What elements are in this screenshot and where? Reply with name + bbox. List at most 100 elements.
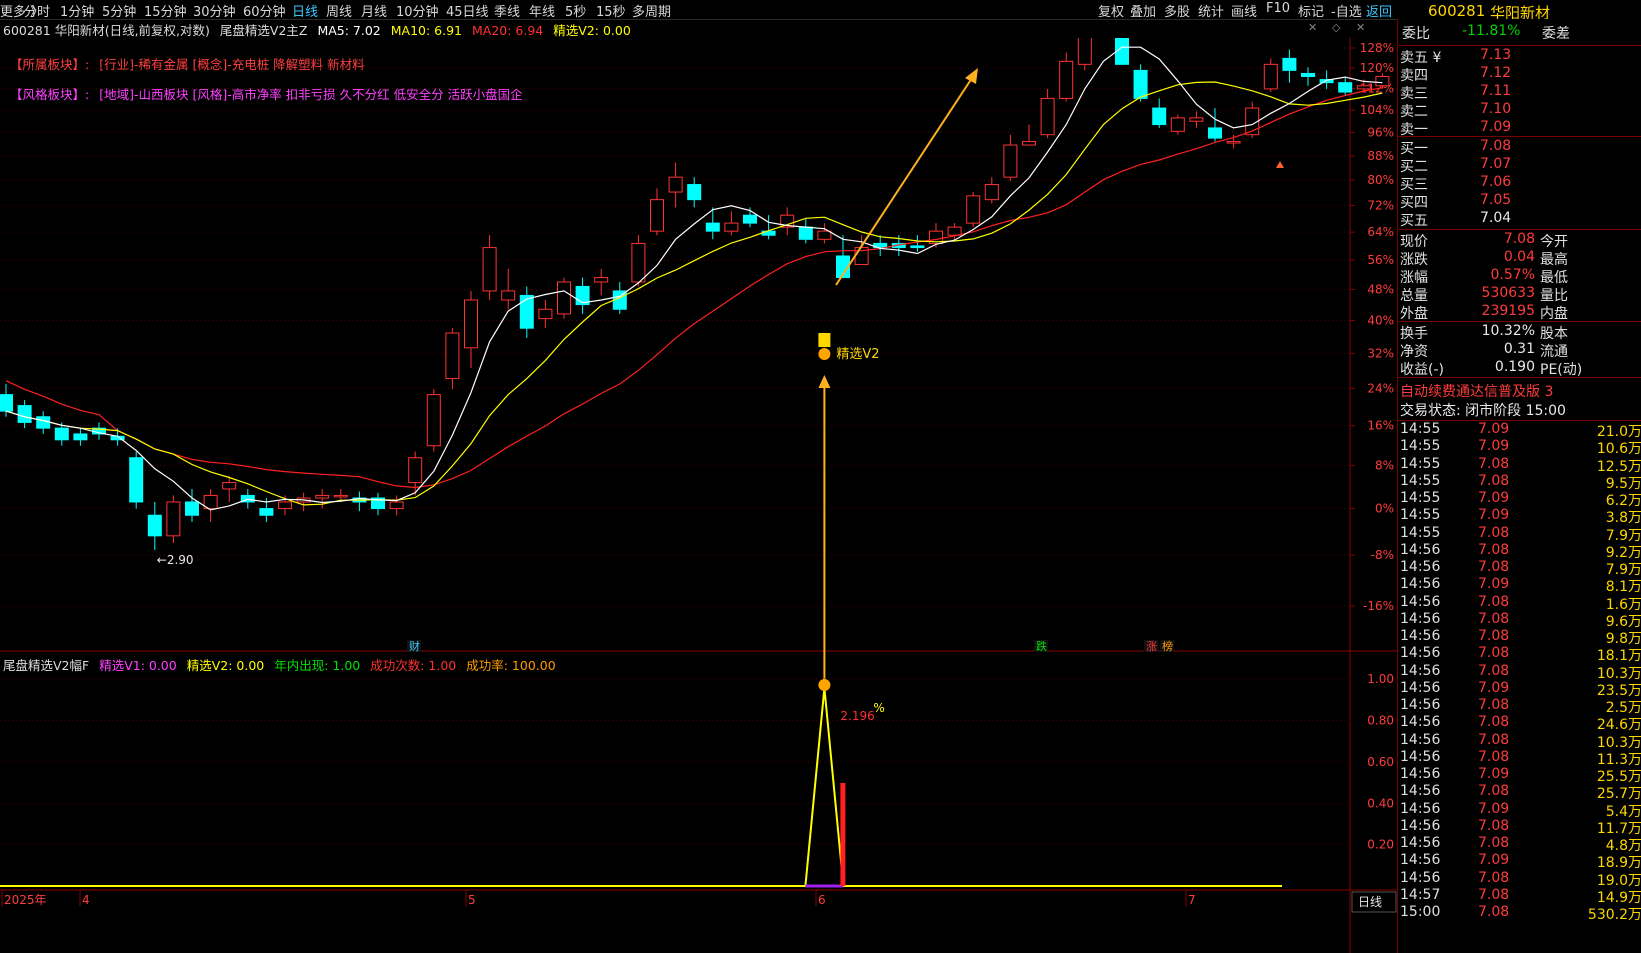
candle-body[interactable] — [0, 394, 13, 412]
period-tab-12[interactable]: 年线 — [529, 1, 555, 20]
candle-body[interactable] — [1189, 117, 1204, 122]
candle-body[interactable] — [389, 501, 404, 510]
bid-row[interactable]: 买五 7.04 — [1400, 210, 1511, 229]
candle-body[interactable] — [557, 281, 571, 315]
candle-body[interactable] — [538, 308, 553, 320]
bid-row[interactable]: 买三 7.06 — [1400, 174, 1511, 193]
candle-body[interactable] — [1301, 72, 1315, 77]
candle-body[interactable] — [1133, 69, 1148, 99]
candle-body[interactable] — [445, 332, 460, 380]
config-icon[interactable]: ◇ — [1332, 21, 1340, 34]
candle-body[interactable] — [519, 294, 534, 329]
candle-body[interactable] — [724, 222, 739, 232]
candle-body[interactable] — [1282, 57, 1297, 71]
ask-row[interactable]: 卖三 7.11 — [1400, 83, 1511, 102]
kline-chart[interactable]: 128%120%112%104%96%88%80%72%64%56%48%40%… — [0, 38, 1397, 953]
toolbar-button-0[interactable]: 复权 — [1098, 1, 1124, 20]
period-tab-7[interactable]: 周线 — [326, 1, 352, 20]
ask-row[interactable]: 卖四 7.12 — [1400, 65, 1511, 84]
candle-body[interactable] — [36, 416, 51, 429]
candle-body[interactable] — [743, 214, 757, 224]
period-tab-4[interactable]: 30分钟 — [193, 1, 236, 20]
toolbar-button-7[interactable]: -自选 — [1331, 1, 1362, 20]
ask-row[interactable]: 卖二 7.10 — [1400, 101, 1511, 120]
toolbar-button-2[interactable]: 多股 — [1164, 1, 1190, 20]
period-tab-6[interactable]: 日线 — [292, 1, 318, 20]
candle-body[interactable] — [73, 433, 88, 441]
candle-body[interactable] — [1077, 38, 1092, 65]
candle-body[interactable] — [594, 277, 609, 283]
candle-body[interactable] — [482, 247, 497, 292]
period-tab-2[interactable]: 5分钟 — [102, 1, 136, 20]
candle-body[interactable] — [1022, 141, 1036, 146]
candle-body[interactable] — [1375, 75, 1390, 87]
candle-body[interactable] — [464, 299, 478, 349]
candle-body[interactable] — [1003, 144, 1018, 178]
period-tab-14[interactable]: 15秒 — [596, 1, 626, 20]
period-tab-5[interactable]: 60分钟 — [243, 1, 286, 20]
bid-row[interactable]: 买二 7.07 — [1400, 156, 1511, 175]
toolbar-button-8[interactable]: 返回 — [1366, 1, 1392, 20]
candle-body[interactable] — [129, 457, 144, 503]
candle-body[interactable] — [259, 508, 274, 516]
candle-body[interactable] — [166, 501, 181, 537]
candle-body[interactable] — [1226, 141, 1241, 144]
bid-row[interactable]: 买四 7.05 — [1400, 192, 1511, 211]
indicator-name[interactable]: 尾盘精选V2主Z — [220, 23, 308, 38]
candle-body[interactable] — [426, 394, 441, 447]
toolbar-button-1[interactable]: 叠加 — [1130, 1, 1156, 20]
period-tab-3[interactable]: 15分钟 — [144, 1, 187, 20]
ask-row[interactable]: 卖一 7.09 — [1400, 119, 1511, 138]
candle-body[interactable] — [222, 482, 237, 490]
bid-row[interactable]: 买一 7.08 — [1400, 138, 1511, 157]
candle-body[interactable] — [705, 222, 720, 232]
candle-body[interactable] — [54, 427, 69, 441]
candle-body[interactable] — [278, 501, 292, 510]
close-icon[interactable]: ✕ — [1356, 21, 1365, 34]
toolbar-button-5[interactable]: F10 — [1266, 1, 1290, 16]
candle-body[interactable] — [1338, 82, 1353, 93]
candle-body[interactable] — [687, 184, 702, 201]
sub-chart-title[interactable]: 尾盘精选V2幅F — [3, 658, 89, 673]
toolbar-button-3[interactable]: 统计 — [1198, 1, 1224, 20]
period-tab-11[interactable]: 季线 — [494, 1, 520, 20]
candle-body[interactable] — [333, 494, 348, 498]
signal-marker[interactable] — [818, 333, 831, 347]
candle-body[interactable] — [798, 226, 813, 240]
period-tab-9[interactable]: 10分钟 — [396, 1, 439, 20]
jx-value: 精选V2: 0.00 — [553, 23, 631, 38]
ask-row[interactable]: 卖五 ¥ 7.13 — [1400, 47, 1511, 66]
candle-body[interactable] — [147, 514, 162, 537]
candle-body[interactable] — [817, 230, 832, 240]
candle-body[interactable] — [910, 245, 925, 249]
period-tab-13[interactable]: 5秒 — [565, 1, 586, 20]
candle-body[interactable] — [1152, 107, 1167, 126]
candle-body[interactable] — [501, 290, 516, 301]
candle-body[interactable] — [408, 457, 423, 484]
period-tab-10[interactable]: 45日线 — [446, 1, 489, 20]
promo-banner[interactable]: 自动续费通达信普及版 3 — [1400, 381, 1553, 400]
candle-body[interactable] — [984, 184, 999, 201]
candle-body[interactable] — [1059, 60, 1074, 99]
period-tab-1[interactable]: 1分钟 — [60, 1, 94, 20]
candle-body[interactable] — [631, 242, 646, 283]
close-icon[interactable]: ✕ — [1308, 21, 1317, 34]
candle-body[interactable] — [1170, 117, 1185, 132]
candle-body[interactable] — [650, 199, 664, 232]
period-tab-16[interactable]: 更多 》 — [0, 1, 43, 20]
candle-body[interactable] — [668, 176, 683, 193]
candle-body[interactable] — [1208, 127, 1222, 139]
candle-body[interactable] — [1263, 63, 1278, 90]
period-tab-15[interactable]: 多周期 — [632, 1, 671, 20]
toolbar-button-6[interactable]: 标记 — [1298, 1, 1324, 20]
period-tab-8[interactable]: 月线 — [361, 1, 387, 20]
candle-body[interactable] — [966, 195, 981, 224]
ask-label: 卖二 — [1400, 104, 1428, 120]
candle-body[interactable] — [185, 501, 199, 516]
candle-body[interactable] — [17, 405, 32, 423]
candle-body[interactable] — [315, 494, 330, 499]
candle-body[interactable] — [1356, 85, 1371, 90]
candle-body[interactable] — [947, 226, 962, 236]
candle-body[interactable] — [1040, 97, 1055, 136]
toolbar-button-4[interactable]: 画线 — [1231, 1, 1257, 20]
